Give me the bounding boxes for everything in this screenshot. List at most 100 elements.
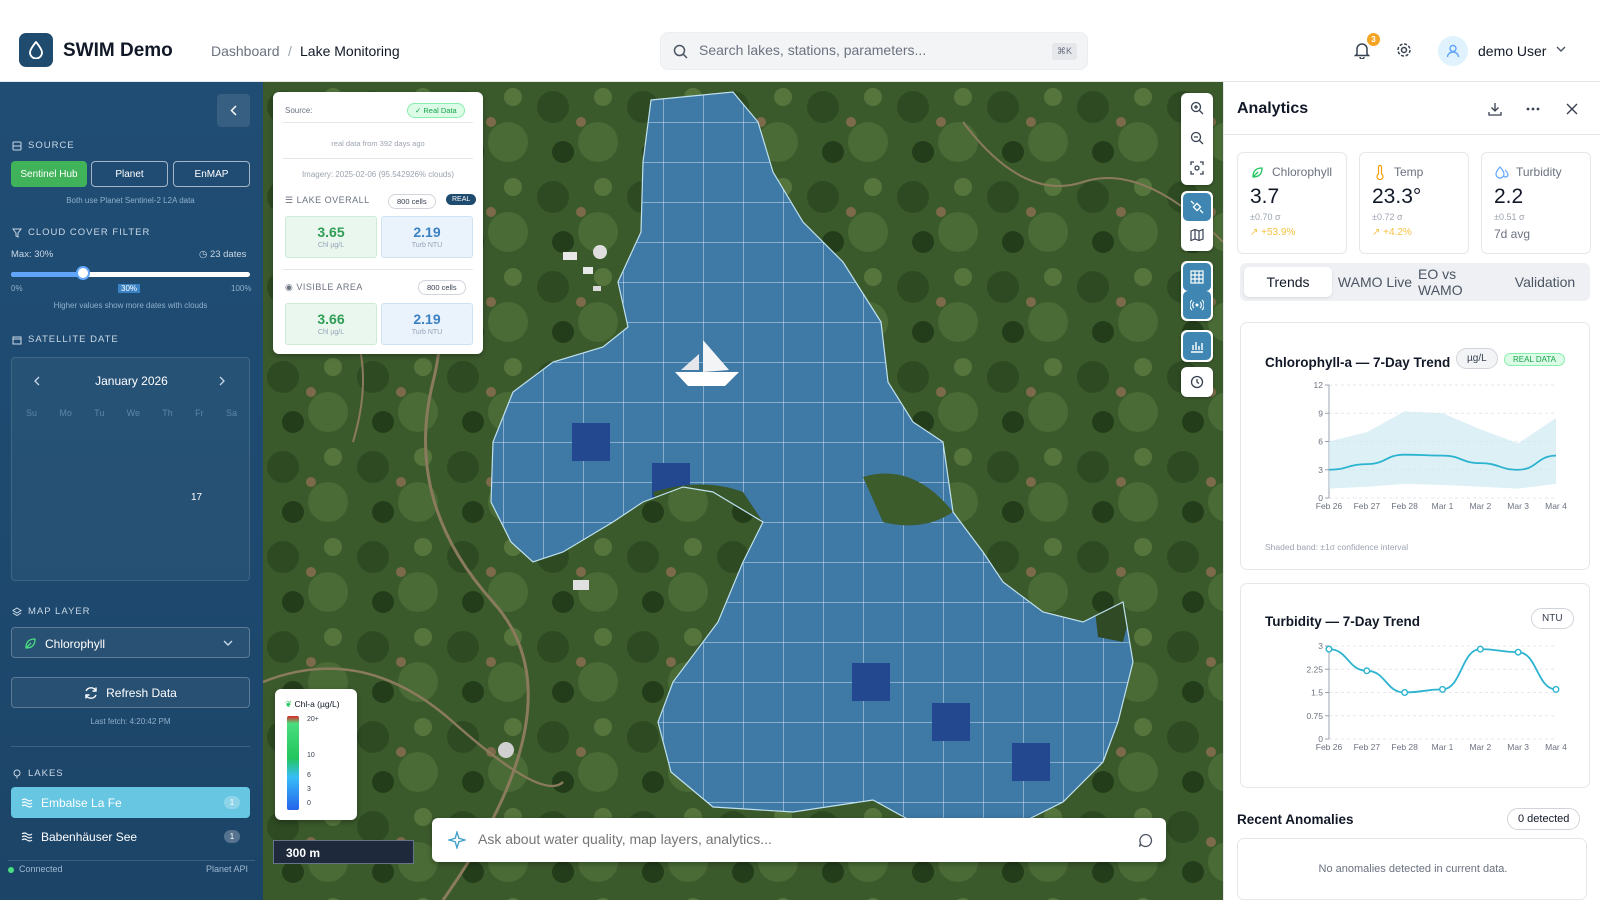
source-sentinel-hub-button[interactable]: Sentinel Hub <box>11 161 87 187</box>
legend-gradient <box>287 716 299 810</box>
x-tick-label: Feb 26 <box>1316 501 1343 511</box>
chat-icon[interactable] <box>1138 833 1153 848</box>
more-icon[interactable] <box>1526 107 1540 111</box>
turb-unit: Turb NTU <box>411 329 443 336</box>
chevron-down-icon[interactable] <box>1556 46 1566 53</box>
zoom-in-button[interactable] <box>1181 93 1213 123</box>
legend-tick: 20+ <box>307 716 319 723</box>
kpi-chlorophyll[interactable]: Chlorophyll 3.7 ±0.70 σ ↗ +53.9% <box>1237 152 1347 254</box>
stats-card: Source: ✓ Real Data real data from 392 d… <box>273 92 483 354</box>
imagery-info: Imagery: 2025-02-06 (95.542926% clouds) <box>301 170 455 179</box>
slider-value-label: 30% <box>118 284 141 293</box>
list-icon: ☰ <box>285 195 294 205</box>
collapse-sidebar-button[interactable] <box>217 94 250 127</box>
thermometer-icon <box>1376 165 1384 180</box>
avatar[interactable] <box>1438 36 1468 66</box>
cloud-slider-thumb[interactable] <box>75 266 90 280</box>
y-tick-label: 9 <box>1318 408 1323 418</box>
chl-chart-title: Chlorophyll-a — 7-Day Trend <box>1265 355 1451 370</box>
lake-name: Babenhäuser See <box>41 829 138 844</box>
ask-input[interactable] <box>478 831 1078 847</box>
zoom-out-button[interactable] <box>1181 123 1213 153</box>
anomalies-empty-text: No anomalies detected in current data. <box>1318 863 1508 875</box>
grid-toggle-button[interactable] <box>1183 263 1211 291</box>
breadcrumb-dashboard[interactable]: Dashboard <box>211 43 280 59</box>
divider <box>283 269 473 270</box>
source-label: Source: <box>285 106 313 115</box>
clock-icon <box>1190 375 1204 389</box>
bell-icon[interactable] <box>1354 42 1370 59</box>
analytics-tabs: Trends WAMO Live EO vs WAMO Validation <box>1240 263 1590 301</box>
stations-toggle-button[interactable] <box>1183 291 1211 319</box>
next-month-icon[interactable] <box>219 376 225 386</box>
data-point <box>1552 685 1560 693</box>
kpi-turbidity[interactable]: Turbidity 2.2 ±0.51 σ 7d avg <box>1481 152 1591 254</box>
anomalies-list: No anomalies detected in current data. <box>1237 838 1587 900</box>
app-logo[interactable] <box>19 33 53 67</box>
search-shortcut: ⌘K <box>1051 43 1077 60</box>
data-point <box>1438 685 1446 693</box>
kpi-sigma: ±0.70 σ <box>1250 212 1281 222</box>
basemap-button[interactable] <box>1181 221 1213 249</box>
tab-wamo-live[interactable]: WAMO Live <box>1334 267 1416 297</box>
cloud-hint: Higher values show more dates with cloud… <box>53 301 208 310</box>
slider-min-label: 0% <box>11 284 23 293</box>
x-tick-label: Mar 3 <box>1507 501 1529 511</box>
left-sidebar: SOURCE Sentinel Hub Planet EnMAP Both us… <box>0 82 263 900</box>
notification-badge: 3 <box>1367 33 1380 46</box>
anomalies-title: Recent Anomalies <box>1237 812 1354 827</box>
x-tick-label: Feb 27 <box>1354 742 1381 752</box>
x-tick-label: Feb 28 <box>1391 501 1418 511</box>
api-label: Planet API <box>206 864 249 874</box>
ai-assistant-bar[interactable] <box>432 818 1166 862</box>
lake-count: 1 <box>224 796 240 809</box>
legend-tick: 3 <box>307 786 311 793</box>
slider-max-label: 100% <box>231 284 252 293</box>
map-layer-select[interactable]: Chlorophyll <box>11 627 250 658</box>
scale-label: 300 m <box>286 846 321 860</box>
leaf-icon <box>1252 167 1263 178</box>
weekday-mo: Mo <box>59 408 72 418</box>
global-search[interactable]: ⌘K <box>660 32 1088 70</box>
y-tick-label: 6 <box>1318 437 1323 447</box>
y-tick-label: 2.25 <box>1306 664 1323 674</box>
map-view[interactable]: Source: ✓ Real Data real data from 392 d… <box>263 82 1223 900</box>
month-label: January 2026 <box>95 374 168 388</box>
kpi-temp[interactable]: Temp 23.3° ±0.72 σ ↗ +4.2% <box>1359 152 1469 254</box>
visible-turb-box: 2.19 Turb NTU <box>381 303 473 345</box>
leaf-icon <box>25 638 36 649</box>
waves-icon <box>21 797 33 808</box>
divider <box>11 746 250 747</box>
kpi-value: 23.3° <box>1372 185 1422 208</box>
lake-item-embalse-la-fe[interactable]: Embalse La Fe 1 <box>11 787 250 818</box>
app-title: SWIM Demo <box>63 40 173 61</box>
visible-chl-value: 3.66 <box>317 311 345 327</box>
lake-item-babenhauser-see[interactable]: Babenhäuser See 1 <box>11 821 250 852</box>
y-tick-label: 0.75 <box>1306 711 1323 721</box>
tab-validation[interactable]: Validation <box>1504 267 1586 297</box>
user-name[interactable]: demo User <box>1478 43 1546 59</box>
breadcrumb-separator: / <box>288 43 292 59</box>
history-button[interactable] <box>1181 367 1213 397</box>
analytics-toggle-button[interactable] <box>1183 332 1211 360</box>
refresh-data-button[interactable]: Refresh Data <box>11 677 250 708</box>
chl-unit: Chl µg/L <box>317 242 345 249</box>
satellite-toggle-button[interactable] <box>1183 193 1211 221</box>
broadcast-icon <box>1190 299 1204 311</box>
tab-eo-vs-wamo[interactable]: EO vs WAMO <box>1418 266 1502 298</box>
filter-icon <box>12 228 22 238</box>
close-icon[interactable] <box>1566 103 1578 115</box>
tab-trends[interactable]: Trends <box>1244 267 1332 297</box>
search-input[interactable] <box>699 42 1029 58</box>
calendar-day-17[interactable]: 17 <box>191 492 202 503</box>
overall-chl-value: 3.65 <box>317 224 345 240</box>
source-enmap-button[interactable]: EnMAP <box>173 161 250 187</box>
kpi-delta: 7d avg <box>1494 227 1531 241</box>
real-tag: REAL <box>446 194 477 205</box>
color-legend: ❦ Chl-a (µg/L) 20+ 10 6 3 0 <box>275 689 357 820</box>
source-planet-button[interactable]: Planet <box>91 161 168 187</box>
download-icon[interactable] <box>1488 102 1502 116</box>
gear-icon[interactable] <box>1396 42 1412 58</box>
weekday-row: Su Mo Tu We Th Fr Sa <box>26 408 237 418</box>
fit-bounds-button[interactable] <box>1181 153 1213 183</box>
